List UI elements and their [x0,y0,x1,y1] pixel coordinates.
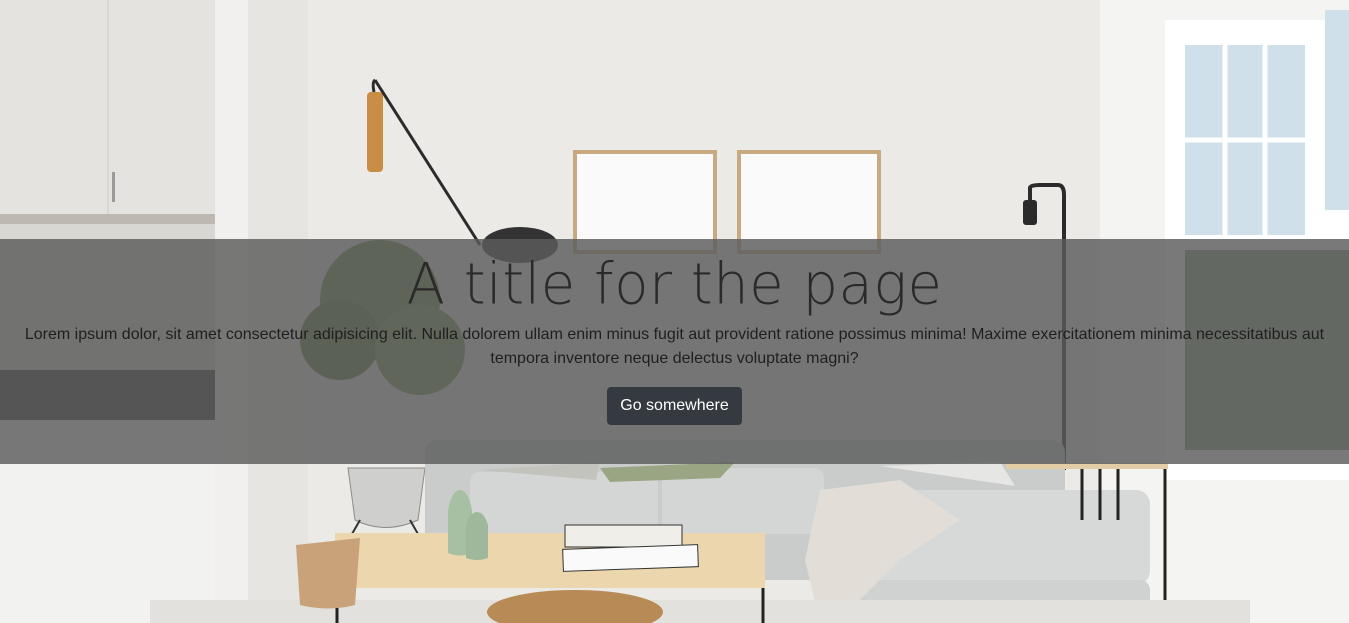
hero-description: Lorem ipsum dolor, sit amet consectetur … [24,326,1325,367]
hero-banner: A title for the page Lorem ipsum dolor, … [0,239,1349,464]
page-title: A title for the page [406,251,943,318]
go-somewhere-button[interactable]: Go somewhere [607,387,742,425]
